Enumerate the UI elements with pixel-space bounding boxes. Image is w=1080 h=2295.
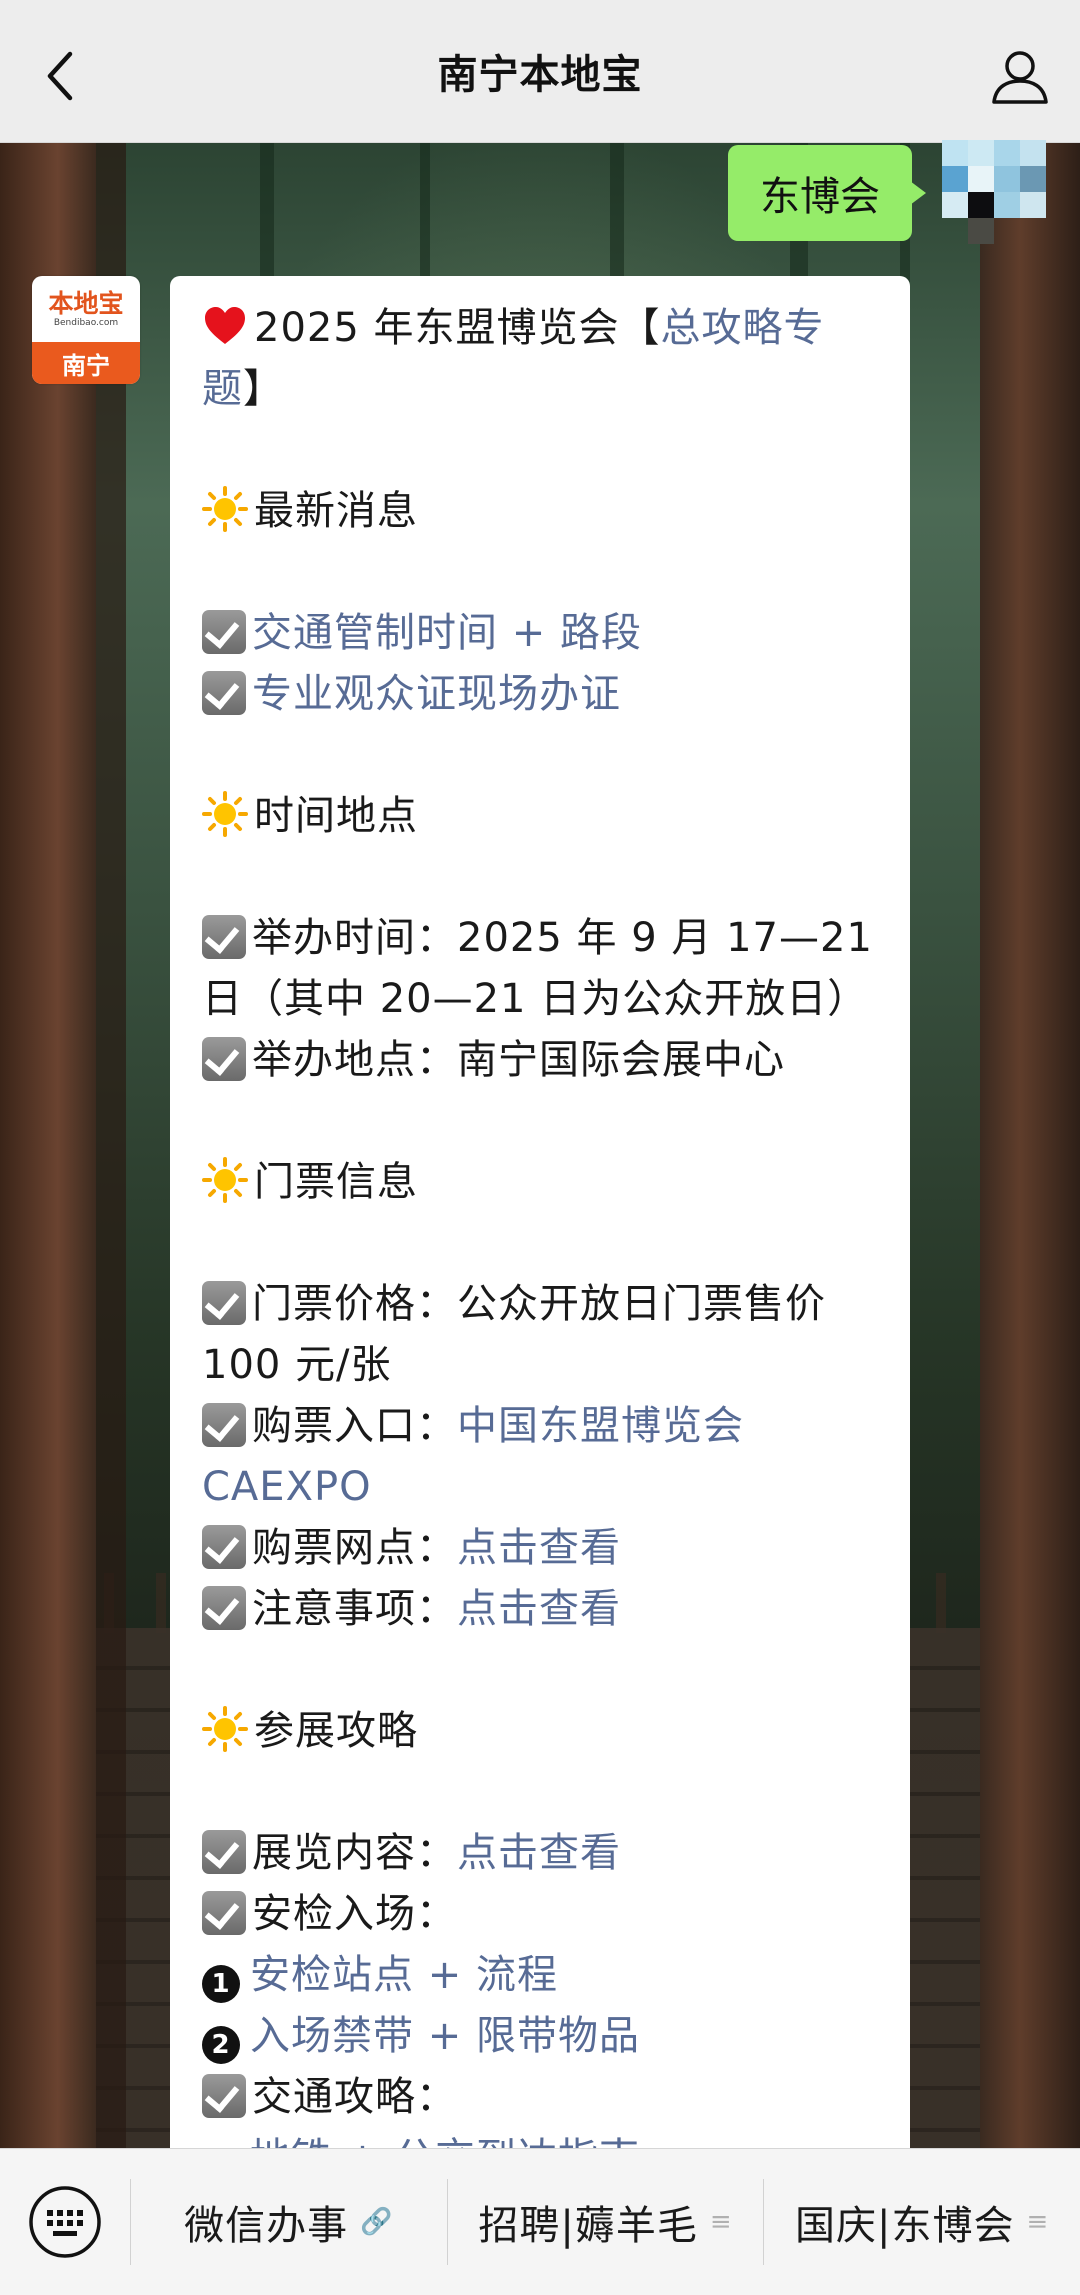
menu-jobs-deals[interactable]: 招聘|薅羊毛 ≡ — [448, 2149, 764, 2295]
heart-icon — [205, 307, 245, 344]
profile-button[interactable] — [988, 44, 1052, 108]
menu-wechat-services[interactable]: 微信办事 🔗 — [131, 2149, 447, 2295]
list-item: 交通攻略： — [202, 2067, 880, 2128]
list-item: 专业观众证现场办证 — [202, 664, 880, 725]
list-item: 举办时间：2025 年 9 月 17—21 日（其中 20—21 日为公众开放日… — [202, 908, 880, 1030]
list-item: 1 安检站点 + 流程 — [202, 1945, 880, 2006]
ticket-outlets-link[interactable]: 点击查看 — [457, 1525, 621, 1571]
prohibited-items-link[interactable]: 入场禁带 + 限带物品 — [250, 2013, 640, 2059]
sun-icon — [202, 486, 248, 532]
list-item: 展览内容：点击查看 — [202, 1823, 880, 1884]
list-item: 2 入场禁带 + 限带物品 — [202, 2006, 880, 2067]
chevron-left-icon — [47, 51, 73, 101]
sun-icon — [202, 1157, 248, 1203]
exhibition-content-link[interactable]: 点击查看 — [457, 1830, 621, 1876]
ticket-notes-link[interactable]: 点击查看 — [457, 1586, 621, 1632]
checkbox-icon — [202, 610, 246, 654]
security-stations-link[interactable]: 安检站点 + 流程 — [250, 1952, 558, 1998]
traffic-control-link[interactable]: 交通管制时间 + 路段 — [252, 610, 642, 656]
list-item: 门票价格：公众开放日门票售价 100 元/张 — [202, 1274, 880, 1396]
checkbox-icon — [202, 671, 246, 715]
section-heading-guide: 参展攻略 — [202, 1701, 880, 1762]
checkbox-icon — [202, 1830, 246, 1874]
list-item: 交通管制时间 + 路段 — [202, 603, 880, 664]
sun-icon — [202, 791, 248, 837]
received-message-bubble: 2025 年东盟博览会【总攻略专题】 最新消息 交通管制时间 + 路段 专业观众… — [170, 276, 910, 2176]
menu-national-day-expo[interactable]: 国庆|东博会 ≡ — [764, 2149, 1080, 2295]
avatar-logo-name: 本地宝 — [48, 288, 124, 318]
menu-icon: ≡ — [709, 2207, 733, 2237]
list-item: 购票入口：中国东盟博览会 CAEXPO — [202, 1403, 744, 1510]
list-item: 注意事项：点击查看 — [202, 1579, 880, 1640]
checkbox-icon — [202, 1403, 246, 1447]
sent-message-text: 东博会 — [760, 174, 880, 220]
checkbox-icon — [202, 1525, 246, 1569]
list-item: 安检入场： — [202, 1884, 880, 1945]
section-heading-time-place: 时间地点 — [202, 786, 880, 847]
keyboard-toggle-button[interactable] — [0, 2149, 130, 2295]
number-two-icon: 2 — [202, 2026, 240, 2064]
intro-line: 2025 年东盟博览会【总攻略专题】 — [202, 298, 880, 420]
ticket-price-text: 门票价格：公众开放日门票售价 100 元/张 — [202, 1281, 826, 1388]
person-icon — [992, 51, 1048, 104]
event-place-text: 举办地点：南宁国际会展中心 — [252, 1037, 785, 1083]
bottom-menu-bar: 微信办事 🔗 招聘|薅羊毛 ≡ 国庆|东博会 ≡ — [0, 2148, 1080, 2295]
avatar-city-label: 南宁 — [32, 342, 140, 384]
keyboard-icon — [29, 2186, 101, 2258]
bot-avatar[interactable]: 本地宝 Bendibao.com 南宁 — [32, 276, 140, 384]
checkbox-icon — [202, 1891, 246, 1935]
page-title: 南宁本地宝 — [437, 52, 643, 98]
checkbox-icon — [202, 1586, 246, 1630]
event-time-text: 举办时间：2025 年 9 月 17—21 日（其中 20—21 日为公众开放日… — [202, 915, 873, 1022]
back-button[interactable] — [30, 36, 90, 116]
list-item: 购票网点：点击查看 — [202, 1518, 880, 1579]
sent-message-bubble[interactable]: 东博会 — [728, 145, 926, 241]
list-item: 举办地点：南宁国际会展中心 — [202, 1030, 880, 1091]
checkbox-icon — [202, 2074, 246, 2118]
checkbox-icon — [202, 1037, 246, 1081]
sun-icon — [202, 1706, 248, 1752]
number-one-icon: 1 — [202, 1965, 240, 2003]
avatar-logo-url: Bendibao.com — [53, 317, 119, 328]
section-heading-latest: 最新消息 — [202, 481, 880, 542]
intro-suffix: 】 — [243, 366, 284, 412]
visitor-pass-link[interactable]: 专业观众证现场办证 — [252, 671, 621, 717]
link-icon: 🔗 — [360, 2207, 394, 2237]
checkbox-icon — [202, 915, 246, 959]
section-heading-tickets: 门票信息 — [202, 1152, 880, 1213]
user-avatar[interactable] — [942, 140, 1046, 244]
intro-prefix: 2025 年东盟博览会【 — [254, 305, 661, 351]
top-bar: 南宁本地宝 — [0, 0, 1080, 143]
menu-icon: ≡ — [1026, 2207, 1050, 2237]
checkbox-icon — [202, 1281, 246, 1325]
